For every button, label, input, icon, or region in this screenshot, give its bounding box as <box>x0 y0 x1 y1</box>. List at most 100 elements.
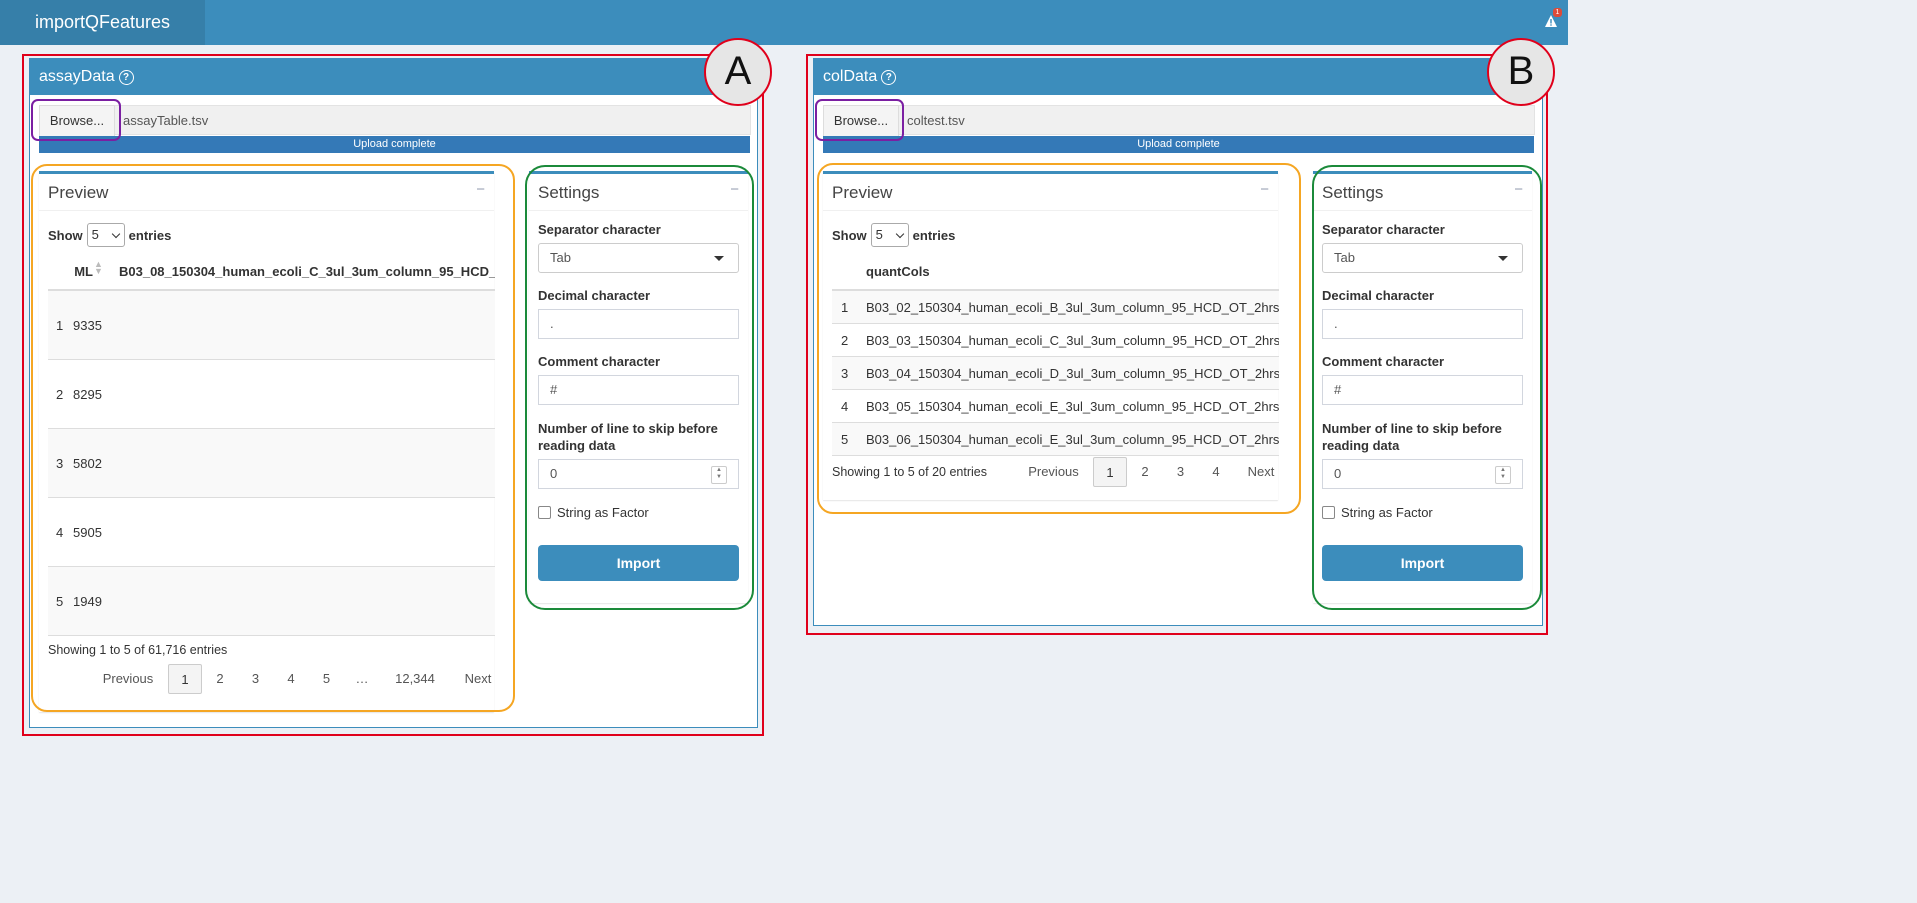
file-name-field[interactable]: assayTable.tsv <box>115 105 751 135</box>
skip-lines-input[interactable]: 0 ▲ ▼ <box>538 459 739 489</box>
string-as-factor-checkbox[interactable]: String as Factor <box>538 505 649 520</box>
separator-select[interactable]: Tab <box>538 243 739 273</box>
cell-value: 5905 <box>73 525 102 540</box>
page-button[interactable]: 4 <box>273 664 309 694</box>
assaydata-panel: assayData ? Browse... assayTable.tsv Upl… <box>29 58 758 728</box>
table-header-row: ML ▲ ▼ B03_08_150304_human_ecoli_C_3ul_3u… <box>48 257 495 291</box>
file-upload-row: Browse... coltest.tsv <box>823 105 1535 137</box>
column-header[interactable]: quantCols <box>866 264 930 279</box>
row-index: 1 <box>56 318 64 333</box>
upload-progress-bar: Upload complete <box>39 136 750 153</box>
page-button[interactable]: 12,344 <box>380 664 450 694</box>
spinner-icon: ▲ ▼ <box>1495 466 1511 484</box>
spinner-icon: ▲ ▼ <box>711 466 727 484</box>
alert-count-badge: 1 <box>1553 8 1562 17</box>
decimal-input[interactable]: . <box>1322 309 1523 339</box>
import-button[interactable]: Import <box>538 545 739 581</box>
cell-value: B03_04_150304_human_ecoli_D_3ul_3um_colu… <box>866 366 1279 381</box>
panel-title: colData <box>823 68 878 85</box>
previous-page-button[interactable]: Previous <box>1014 457 1093 487</box>
cell-value: 1949 <box>73 594 102 609</box>
table-row: 2 B03_03_150304_human_ecoli_C_3ul_3um_co… <box>832 324 1279 357</box>
browse-button[interactable]: Browse... <box>39 105 115 137</box>
column-header[interactable]: B03_08_150304_human_ecoli_C_3ul_3um_colu… <box>119 264 495 279</box>
cell-value: B03_02_150304_human_ecoli_B_3ul_3um_colu… <box>866 300 1279 315</box>
row-index: 3 <box>56 456 64 471</box>
page-button[interactable]: 3 <box>1163 457 1198 487</box>
string-as-factor-checkbox[interactable]: String as Factor <box>1322 505 1433 520</box>
show-label: Show <box>48 227 83 243</box>
page-length-control: Show 5 entries <box>832 223 955 247</box>
collapse-icon[interactable]: − <box>730 181 739 198</box>
comment-input[interactable]: # <box>1322 375 1523 405</box>
import-button[interactable]: Import <box>1322 545 1523 581</box>
entries-label: entries <box>128 227 172 243</box>
separator-label: Separator character <box>1322 222 1445 237</box>
previous-page-button[interactable]: Previous <box>88 664 168 694</box>
page-button[interactable]: 4 <box>1198 457 1234 487</box>
entries-label: entries <box>912 227 956 243</box>
checkbox-icon[interactable] <box>1322 506 1335 519</box>
decimal-label: Decimal character <box>1322 288 1435 303</box>
table-header-row: quantCols <box>832 257 1279 291</box>
cell-value: B03_06_150304_human_ecoli_E_3ul_3um_colu… <box>866 432 1279 447</box>
comment-label: Comment character <box>538 354 661 369</box>
coldata-panel-header: colData ? <box>814 59 1542 95</box>
annotation-label-a: A <box>704 38 772 106</box>
row-index: 4 <box>841 399 849 414</box>
browse-button[interactable]: Browse... <box>823 105 899 137</box>
page-button[interactable]: 1 <box>1093 457 1127 487</box>
next-page-button[interactable]: Next <box>450 664 506 694</box>
preview-box-header: Preview − <box>823 174 1278 211</box>
table-row: 1 B03_02_150304_human_ecoli_B_3ul_3um_co… <box>832 291 1279 324</box>
preview-box-header: Preview − <box>39 174 494 211</box>
table-row: 1 9335 <box>48 291 495 360</box>
cell-value: 8295 <box>73 387 102 402</box>
comment-input[interactable]: # <box>538 375 739 405</box>
next-page-button[interactable]: Next <box>1234 457 1288 487</box>
show-label: Show <box>832 227 867 243</box>
assaydata-panel-header: assayData ? <box>30 59 757 95</box>
row-index: 2 <box>841 333 849 348</box>
pagination: Previous 1 2 3 4 5 … 12,344 Next <box>88 664 506 694</box>
preview-title: Preview <box>48 183 109 202</box>
page-button[interactable]: 2 <box>202 664 238 694</box>
top-navbar: importQFeatures 1 <box>0 0 1568 45</box>
cell-value: B03_03_150304_human_ecoli_C_3ul_3um_colu… <box>866 333 1279 348</box>
settings-title: Settings <box>538 183 600 202</box>
collapse-icon[interactable]: − <box>1260 181 1269 198</box>
table-row: 5 1949 <box>48 567 495 636</box>
settings-title: Settings <box>1322 183 1384 202</box>
page-ellipsis: … <box>355 671 369 686</box>
cell-value: 5802 <box>73 456 102 471</box>
checkbox-label: String as Factor <box>1341 505 1433 520</box>
entries-select[interactable]: 5 <box>870 223 909 247</box>
checkbox-label: String as Factor <box>557 505 649 520</box>
page-button[interactable]: 1 <box>168 664 202 694</box>
sort-icon[interactable]: ▲ ▼ <box>94 260 103 276</box>
column-header[interactable]: ML <box>73 264 93 279</box>
row-index: 2 <box>56 387 64 402</box>
page-button[interactable]: 5 <box>309 664 344 694</box>
help-icon[interactable]: ? <box>881 69 897 85</box>
table-info: Showing 1 to 5 of 20 entries <box>832 465 987 479</box>
preview-title: Preview <box>832 183 893 202</box>
upload-progress-bar: Upload complete <box>823 136 1534 153</box>
coldata-panel: colData ? Browse... coltest.tsv Upload c… <box>813 58 1543 626</box>
file-name-field[interactable]: coltest.tsv <box>899 105 1535 135</box>
entries-select[interactable]: 5 <box>86 223 125 247</box>
page-button[interactable]: 2 <box>1127 457 1163 487</box>
collapse-icon[interactable]: − <box>1514 181 1523 198</box>
help-icon[interactable]: ? <box>118 69 134 85</box>
annotation-label-b: B <box>1487 38 1555 106</box>
app-title[interactable]: importQFeatures <box>0 0 205 45</box>
skip-lines-input[interactable]: 0 ▲ ▼ <box>1322 459 1523 489</box>
caret-down-icon <box>714 256 724 261</box>
warning-icon[interactable]: 1 <box>1544 8 1562 28</box>
page-button[interactable]: 3 <box>238 664 273 694</box>
separator-select[interactable]: Tab <box>1322 243 1523 273</box>
collapse-icon[interactable]: − <box>476 181 485 198</box>
decimal-input[interactable]: . <box>538 309 739 339</box>
comment-label: Comment character <box>1322 354 1445 369</box>
checkbox-icon[interactable] <box>538 506 551 519</box>
